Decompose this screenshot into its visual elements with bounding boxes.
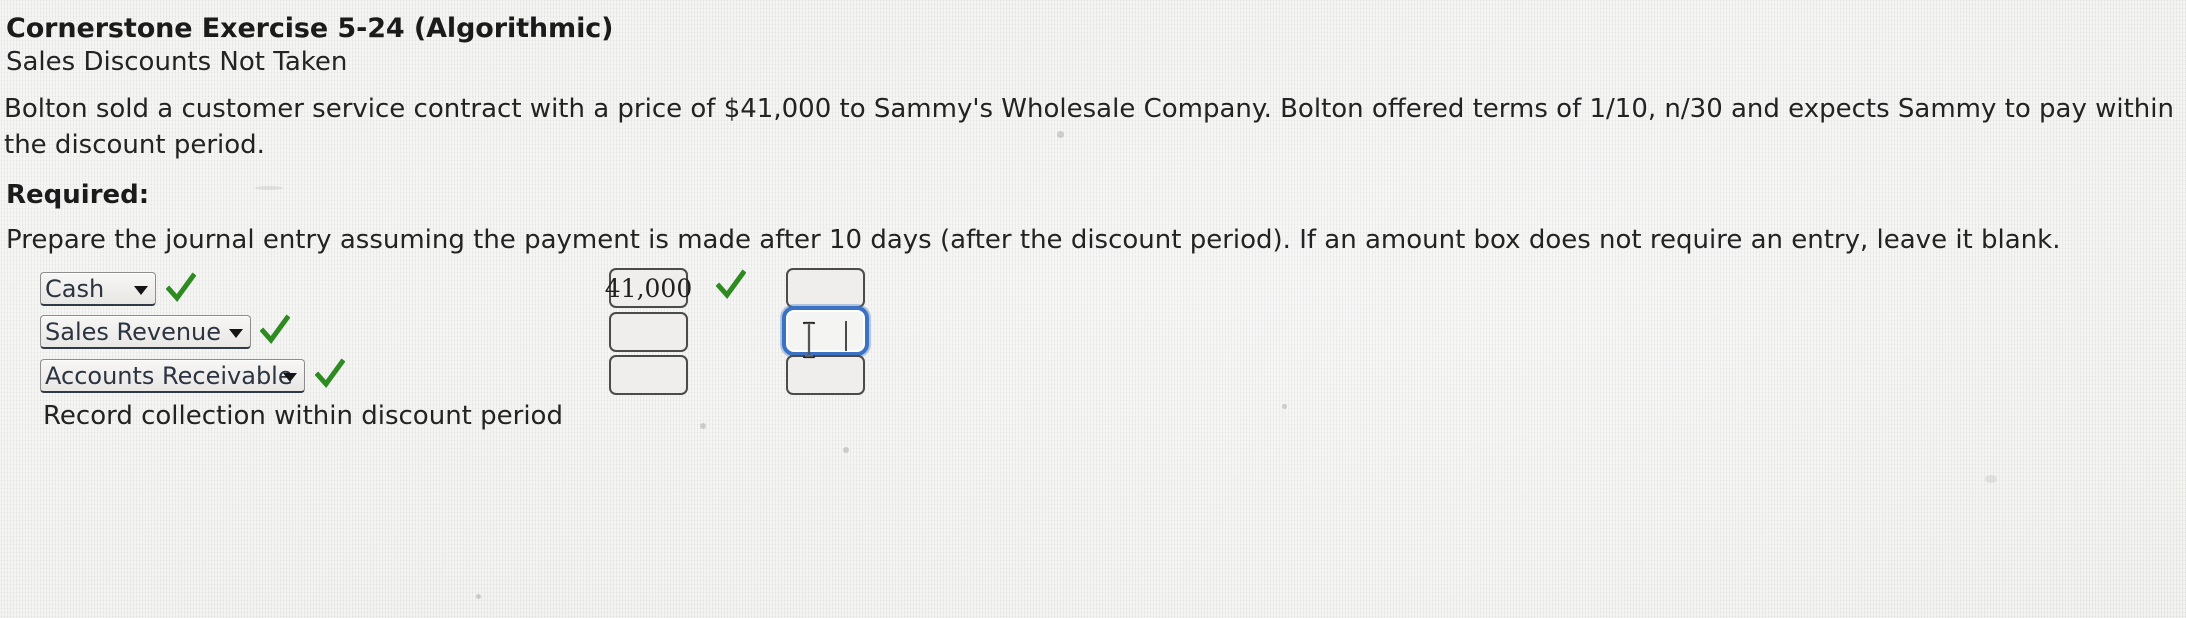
page-title: Cornerstone Exercise 5-24 (Algorithmic) (6, 13, 614, 44)
required-label: Required: (6, 180, 150, 210)
chevron-down-icon (283, 372, 297, 382)
check-icon (315, 358, 345, 390)
account-select-row-2-value: Sales Revenue (45, 319, 222, 344)
paper-speck (843, 447, 849, 453)
account-select-row-3-value: Accounts Receivable (45, 363, 293, 388)
debit-input-row-1[interactable]: 41,000 (605, 268, 692, 308)
debit-input-row-1-value: 41,000 (604, 273, 693, 303)
credit-input-row-1[interactable] (786, 268, 865, 308)
debit-input-row-2[interactable] (609, 312, 688, 352)
debit-input-row-3[interactable] (609, 355, 688, 395)
paper-texture (0, 0, 2186, 618)
credit-input-row-2[interactable] (786, 310, 865, 352)
check-icon (716, 269, 746, 301)
check-icon (260, 314, 290, 346)
problem-statement-line-1: Bolton sold a customer service contract … (4, 94, 2174, 124)
problem-statement-line-2: the discount period. (4, 130, 265, 160)
paper-speck (700, 423, 706, 429)
account-select-row-2-box: Sales Revenue (40, 315, 251, 349)
account-select-row-3[interactable]: Accounts Receivable (40, 359, 305, 393)
paper-speck (1985, 475, 1997, 483)
credit-input-row-3[interactable] (786, 355, 865, 395)
account-select-row-1-value: Cash (45, 276, 105, 301)
page-subtitle: Sales Discounts Not Taken (6, 47, 348, 77)
account-select-row-2[interactable]: Sales Revenue (40, 315, 251, 349)
paper-speck (255, 186, 283, 190)
paper-speck (476, 594, 481, 599)
check-icon (166, 272, 196, 304)
chevron-down-icon (134, 285, 148, 295)
entry-caption: Record collection within discount period (43, 401, 563, 431)
account-select-row-3-box: Accounts Receivable (40, 359, 305, 393)
account-select-row-1[interactable]: Cash (40, 272, 156, 306)
chevron-down-icon (229, 328, 243, 338)
account-select-row-1-box: Cash (40, 272, 156, 306)
paper-speck (1282, 404, 1287, 409)
text-caret (845, 321, 847, 351)
page-vignette (0, 0, 2186, 618)
i-beam-cursor-icon (801, 321, 816, 359)
paper-speck (1057, 131, 1064, 138)
instruction-text: Prepare the journal entry assuming the p… (6, 225, 2061, 255)
